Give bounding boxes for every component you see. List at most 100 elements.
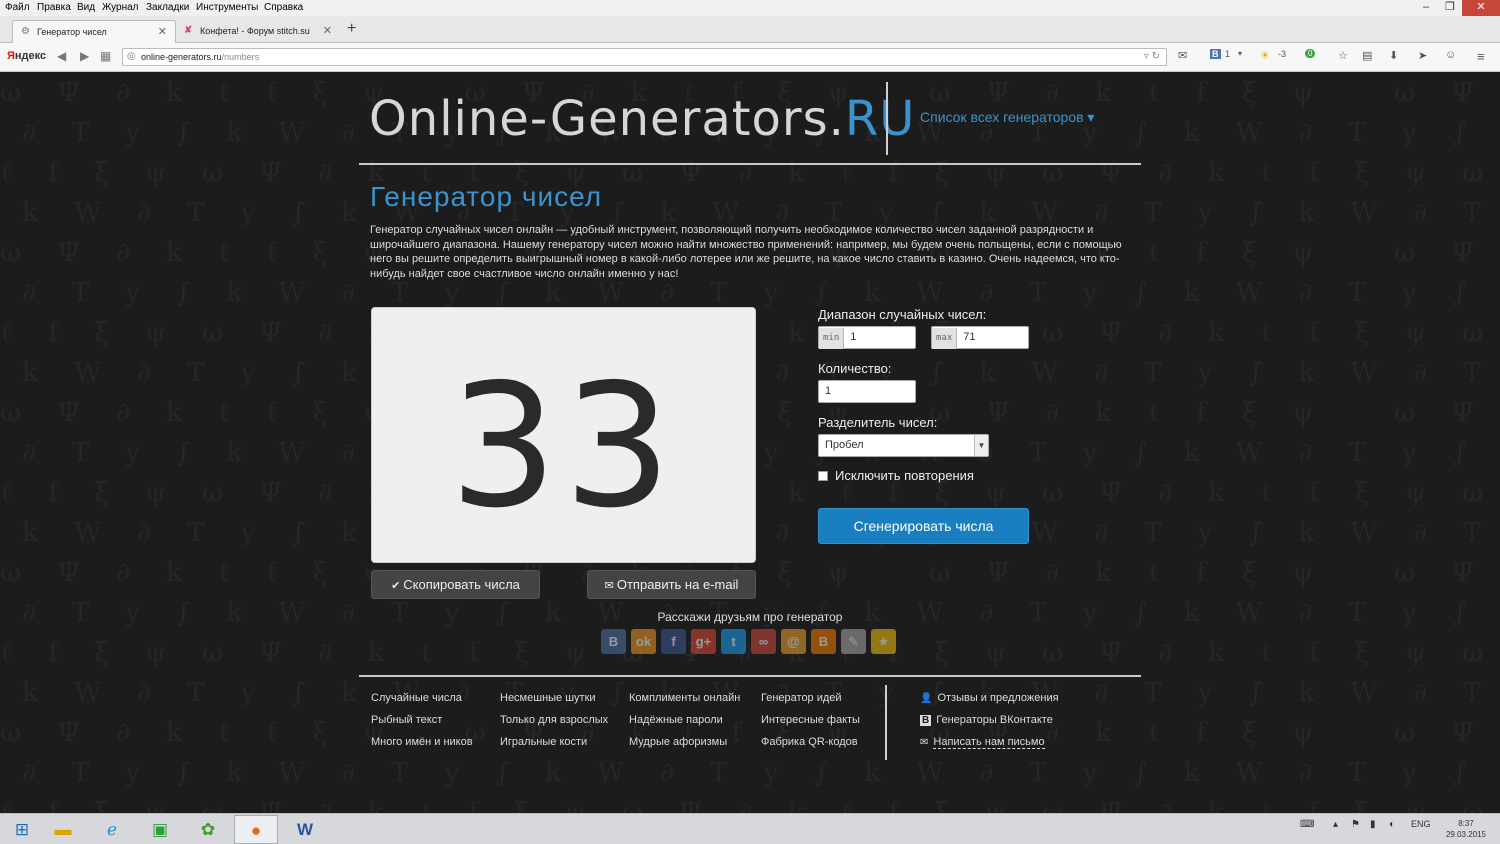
envelope-icon: ✉ bbox=[604, 580, 614, 592]
vk-icon[interactable]: B bbox=[1210, 49, 1221, 59]
store-icon[interactable]: ▣ bbox=[138, 815, 182, 844]
header-separator bbox=[359, 163, 1141, 165]
exclude-repeats-label[interactable]: Исключить повторения bbox=[835, 468, 974, 483]
moi-krug-share-icon[interactable]: ∞ bbox=[751, 629, 776, 654]
chat-icon[interactable]: ☺ bbox=[1445, 49, 1456, 61]
vk-generators-link[interactable]: B Генераторы ВКонтакте bbox=[920, 714, 1053, 726]
send-icon[interactable]: ➤ bbox=[1418, 49, 1427, 62]
minimize-button[interactable]: – bbox=[1414, 0, 1438, 16]
google-plus-share-icon[interactable]: g+ bbox=[691, 629, 716, 654]
email-numbers-button[interactable]: ✉ Отправить на e-mail bbox=[587, 570, 756, 599]
tab-forum[interactable]: ✘ Конфета! - Форум stitch.su ✕ bbox=[176, 20, 340, 43]
sun-icon[interactable]: ☀ bbox=[1260, 49, 1270, 62]
menu-bar: Файл Правка Вид Журнал Закладки Инструме… bbox=[0, 0, 1500, 16]
restore-button[interactable]: ❐ bbox=[1438, 0, 1462, 16]
footer-link[interactable]: Фабрика QR-кодов bbox=[761, 736, 858, 748]
windows-start-icon[interactable]: ⊞ bbox=[0, 815, 44, 844]
feedback-link[interactable]: 👤 Отзывы и предложения bbox=[920, 692, 1059, 704]
url-bar[interactable]: ◎ online-generators.ru/numbers ▿ ↻ bbox=[122, 48, 1167, 66]
badge-icon[interactable]: 0 bbox=[1305, 49, 1316, 58]
navigation-bar: Яндекс ◀ ▶ ▦ ◎ online-generators.ru/numb… bbox=[0, 43, 1500, 72]
chevron-up-icon[interactable]: ▴ bbox=[1333, 819, 1338, 830]
mail-ru-share-icon[interactable]: @ bbox=[781, 629, 806, 654]
footer-link[interactable]: Только для взрослых bbox=[500, 714, 608, 726]
footer-link[interactable]: Генератор идей bbox=[761, 692, 842, 704]
reload-icon[interactable]: ▿ ↻ bbox=[1144, 49, 1160, 65]
forward-icon[interactable]: ▶ bbox=[80, 49, 89, 63]
menu-tools[interactable]: Инструменты bbox=[196, 2, 258, 13]
footer-link[interactable]: Мудрые афоризмы bbox=[629, 736, 727, 748]
max-input[interactable]: max 71 bbox=[931, 326, 1029, 349]
keyboard-icon[interactable]: ⌨ bbox=[1300, 819, 1314, 830]
firefox-icon[interactable]: ● bbox=[234, 815, 278, 844]
facebook-share-icon[interactable]: f bbox=[661, 629, 686, 654]
mail-icon[interactable]: ✉ bbox=[1178, 49, 1187, 62]
language-indicator[interactable]: ENG bbox=[1411, 819, 1431, 829]
download-icon[interactable]: ⬇ bbox=[1389, 49, 1398, 62]
twitter-share-icon[interactable]: t bbox=[721, 629, 746, 654]
menu-history[interactable]: Журнал bbox=[102, 2, 139, 13]
close-tab-icon[interactable]: ✕ bbox=[323, 20, 332, 42]
icq-icon[interactable]: ✿ bbox=[186, 815, 230, 844]
windows-taskbar: ⊞ ▬ ℯ ▣ ✿ ● W ⌨ ▴ ⚑ ▮ ◖ ENG 8:37 29.03.2… bbox=[0, 813, 1500, 844]
chevron-down-icon[interactable]: ▾ bbox=[1238, 49, 1242, 58]
network-icon[interactable]: ▮ bbox=[1370, 819, 1376, 830]
blogger-share-icon[interactable]: B bbox=[811, 629, 836, 654]
star-icon[interactable]: ☆ bbox=[1338, 49, 1348, 62]
odnoklassniki-share-icon[interactable]: ok bbox=[631, 629, 656, 654]
close-tab-icon[interactable]: ✕ bbox=[158, 21, 167, 43]
footer-link[interactable]: Несмешные шутки bbox=[500, 692, 596, 704]
min-tag: min bbox=[819, 328, 845, 349]
livejournal-share-icon[interactable]: ✎ bbox=[841, 629, 866, 654]
menu-view[interactable]: Вид bbox=[77, 2, 95, 13]
exclude-repeats-checkbox[interactable] bbox=[818, 471, 828, 481]
vk-share-icon[interactable]: B bbox=[601, 629, 626, 654]
separator-select[interactable]: Пробел ▼ bbox=[818, 434, 989, 457]
internet-explorer-icon[interactable]: ℯ bbox=[90, 815, 134, 844]
footer-link[interactable]: Рыбный текст bbox=[371, 714, 442, 726]
new-tab-button[interactable]: + bbox=[347, 20, 356, 38]
bookmark-share-icon[interactable]: ★ bbox=[871, 629, 896, 654]
menu-file[interactable]: Файл bbox=[5, 2, 30, 13]
footer-link[interactable]: Интересные факты bbox=[761, 714, 860, 726]
file-explorer-icon[interactable]: ▬ bbox=[41, 815, 85, 844]
social-share-row: B ok f g+ t ∞ @ B ✎ ★ bbox=[601, 629, 896, 654]
clipboard-icon[interactable]: ▤ bbox=[1362, 49, 1372, 62]
tab-bar: ⚙ Генератор чисел ✕ ✘ Конфета! - Форум s… bbox=[0, 16, 1500, 43]
write-us-link[interactable]: ✉ Написать нам письмо bbox=[920, 736, 1045, 749]
range-label: Диапазон случайных чисел: bbox=[818, 307, 987, 322]
menu-bookmarks[interactable]: Закладки bbox=[146, 2, 189, 13]
globe-icon: ◎ bbox=[127, 51, 136, 62]
header-divider bbox=[886, 82, 888, 155]
menu-help[interactable]: Справка bbox=[264, 2, 303, 13]
chevron-down-icon: ▼ bbox=[974, 435, 988, 456]
menu-edit[interactable]: Правка bbox=[37, 2, 71, 13]
count-input[interactable]: 1 bbox=[818, 380, 916, 403]
url-path: /numbers bbox=[221, 52, 260, 62]
share-label: Расскажи друзьям про генератор bbox=[657, 610, 843, 624]
footer-link[interactable]: Случайные числа bbox=[371, 692, 462, 704]
dashboard-icon[interactable]: ▦ bbox=[100, 49, 111, 63]
footer-link[interactable]: Комплименты онлайн bbox=[629, 692, 740, 704]
url-host: online-generators.ru bbox=[141, 52, 222, 62]
hamburger-menu-icon[interactable]: ≡ bbox=[1477, 49, 1485, 64]
volume-icon[interactable]: ◖ bbox=[1388, 819, 1394, 830]
footer-link[interactable]: Игральные кости bbox=[500, 736, 587, 748]
tab-number-generator[interactable]: ⚙ Генератор чисел ✕ bbox=[12, 20, 176, 43]
user-icon: 👤 bbox=[920, 693, 933, 704]
yandex-logo[interactable]: Яндекс bbox=[7, 50, 46, 62]
clock[interactable]: 8:37 29.03.2015 bbox=[1446, 818, 1486, 840]
back-icon[interactable]: ◀ bbox=[57, 49, 66, 63]
flag-icon[interactable]: ⚑ bbox=[1351, 819, 1360, 830]
close-window-button[interactable]: ✕ bbox=[1462, 0, 1500, 16]
count-value: 1 bbox=[825, 385, 832, 397]
x-icon: ✘ bbox=[184, 25, 193, 36]
copy-numbers-button[interactable]: ✔ Скопировать числа bbox=[371, 570, 540, 599]
all-generators-dropdown[interactable]: Список всех генераторов ▾ bbox=[920, 109, 1094, 126]
site-logo[interactable]: Online-Generators.RU bbox=[369, 91, 915, 147]
footer-link[interactable]: Много имён и ников bbox=[371, 736, 473, 748]
min-input[interactable]: min 1 bbox=[818, 326, 916, 349]
word-icon[interactable]: W bbox=[283, 815, 327, 844]
footer-link[interactable]: Надёжные пароли bbox=[629, 714, 723, 726]
generate-button[interactable]: Сгенерировать числа bbox=[818, 508, 1029, 544]
